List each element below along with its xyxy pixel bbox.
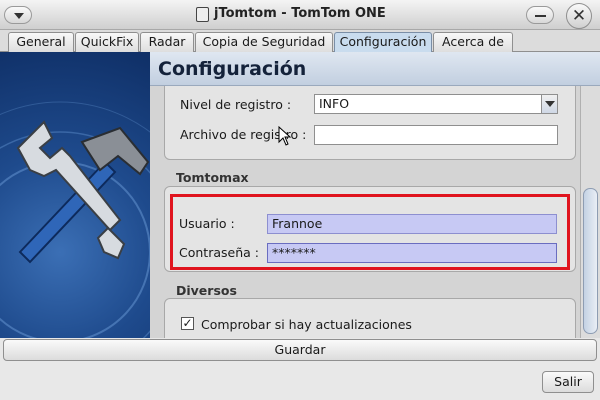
chevron-down-icon [541, 95, 557, 113]
log-file-input[interactable] [314, 125, 558, 145]
diversos-section-title: Diversos [176, 283, 237, 298]
user-input[interactable]: Frannoe [267, 214, 557, 234]
highlight-box: Usuario : Frannoe Contraseña : ******* [170, 194, 570, 270]
tab-acerca-de[interactable]: Acerca de [433, 32, 513, 52]
window-title: jTomtom - TomTom ONE [214, 6, 386, 21]
window-menu-button[interactable] [4, 6, 32, 24]
tomtomax-section-title: Tomtomax [176, 170, 249, 185]
diversos-panel: ✓ Comprobar si hay actualizaciones [164, 298, 576, 338]
save-button[interactable]: Guardar [3, 339, 597, 361]
app-icon [196, 7, 209, 22]
tab-bar: General QuickFix Radar Copia de Segurida… [0, 30, 600, 52]
minimize-button[interactable] [526, 6, 554, 24]
log-level-value: INFO [319, 96, 350, 111]
user-label: Usuario : [179, 216, 235, 231]
minimize-icon [535, 15, 546, 17]
tab-quickfix[interactable]: QuickFix [75, 32, 139, 52]
title-bar: jTomtom - TomTom ONE ✕ [0, 0, 600, 30]
checkmark-icon: ✓ [182, 316, 193, 330]
section-header: Configuración [150, 52, 600, 86]
chevron-down-icon [14, 13, 24, 19]
log-level-label: Nivel de registro : [180, 97, 292, 112]
check-updates-label: Comprobar si hay actualizaciones [201, 317, 412, 332]
wrench-hammer-icon [0, 101, 150, 338]
password-label: Contraseña : [179, 245, 259, 260]
tab-general[interactable]: General [8, 32, 74, 52]
page-title: Configuración [158, 58, 307, 80]
close-button[interactable]: ✕ [566, 3, 592, 29]
mouse-pointer-icon [278, 126, 292, 146]
password-input[interactable]: ******* [267, 243, 557, 263]
check-updates-checkbox[interactable]: ✓ [181, 317, 194, 330]
settings-content: Nivel de registro : INFO Archivo de regi… [150, 86, 580, 338]
tab-configuracion[interactable]: Configuración [334, 32, 432, 52]
logging-panel: Nivel de registro : INFO Archivo de regi… [164, 86, 576, 160]
close-icon: ✕ [571, 6, 587, 26]
tab-radar[interactable]: Radar [140, 32, 194, 52]
exit-button[interactable]: Salir [542, 371, 594, 393]
vertical-scrollbar[interactable] [580, 86, 600, 338]
scrollbar-thumb[interactable] [583, 188, 598, 334]
side-banner [0, 52, 150, 338]
tab-copia-de-seguridad[interactable]: Copia de Seguridad [195, 32, 333, 52]
log-level-select[interactable]: INFO [314, 94, 558, 114]
